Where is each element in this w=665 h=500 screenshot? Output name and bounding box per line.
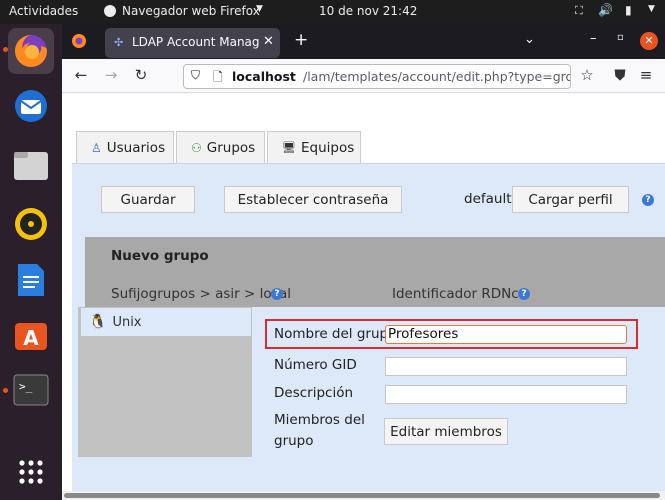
user-icon: ♙ [91, 140, 102, 155]
system-top-bar: Actividades Navegador web Firefox ▼ 10 d… [0, 0, 665, 24]
page-icon[interactable]: 🗋 [213, 68, 223, 88]
running-indicator [3, 388, 8, 393]
chevron-down-icon: ▼ [256, 4, 263, 14]
app-menu[interactable]: Navegador web Firefox [122, 4, 260, 18]
reload-icon[interactable]: ↻ [129, 63, 153, 87]
members-label: Miembros del [274, 412, 365, 428]
svg-text:>_: >_ [19, 380, 33, 393]
description-label: Descripción [274, 385, 354, 401]
dock: A >_ [0, 24, 62, 500]
maximize-icon[interactable]: ▫ [617, 32, 624, 43]
forward-arrow-icon[interactable]: → [99, 63, 123, 87]
minimize-icon[interactable]: – [590, 31, 597, 46]
firefox-icon[interactable] [8, 28, 54, 74]
tab-equipos[interactable]: 🖥 Equipos [267, 131, 361, 163]
page-title: Nuevo grupo [111, 248, 209, 264]
tab-title: LDAP Account Manager (L [132, 35, 260, 49]
suffix-help-icon[interactable]: ? [271, 288, 283, 300]
description-input[interactable] [385, 385, 627, 404]
url-bar[interactable]: ⛉ 🗋 localhost /lam/templates/account/edi… [183, 64, 571, 89]
group-header: Nuevo grupo Sufijogrupos > asir > local … [85, 237, 665, 307]
save-button[interactable]: Guardar [101, 186, 195, 213]
navigation-bar: ← → ↻ ⛉ 🗋 localhost /lam/templates/accou… [62, 59, 665, 93]
terminal-icon[interactable]: >_ [11, 370, 51, 410]
tab-grupos[interactable]: ⚇ Grupos [176, 131, 265, 163]
module-label: Unix [112, 314, 142, 330]
tab-label: Usuarios [106, 139, 166, 156]
profile-select[interactable]: default [464, 191, 512, 207]
activities-button[interactable]: Actividades [9, 4, 78, 18]
members-label-2: grupo [274, 433, 314, 449]
writer-icon[interactable] [11, 260, 51, 300]
rhythmbox-icon[interactable] [11, 204, 51, 244]
page-content: ♙ Usuarios ⚇ Grupos 🖥 Equipos Guardar Es… [62, 94, 665, 491]
lam-favicon-icon: ✣ [114, 36, 124, 49]
set-password-button[interactable]: Establecer contraseña [224, 186, 402, 213]
url-path: /lam/templates/account/edit.php?type=gro [303, 69, 571, 84]
volume-icon[interactable]: 🔊 [598, 3, 613, 17]
url-host: localhost [232, 69, 296, 84]
rdn-text: Identificador RDNcn [392, 286, 528, 302]
tux-icon: 🐧 [89, 314, 107, 330]
system-menu-chevron-icon[interactable]: ▼ [648, 4, 655, 14]
list-tabs-chevron-icon[interactable]: ⌄ [524, 32, 535, 47]
svg-text:A: A [23, 326, 39, 350]
browser-window: ✣ LDAP Account Manager (L ✕ + ⌄ – ▫ ✕ ← … [62, 24, 665, 500]
tab-label: Grupos [206, 139, 256, 156]
horizontal-scrollbar[interactable] [62, 491, 665, 500]
thunderbird-icon[interactable] [11, 86, 51, 126]
app-grid-icon[interactable] [11, 452, 51, 492]
firefox-view-icon[interactable] [71, 33, 87, 49]
pocket-icon[interactable]: ⛊ [608, 63, 632, 87]
battery-icon[interactable]: ▮ [625, 3, 632, 17]
suffix-text: Sufijogrupos > asir > local [111, 286, 292, 302]
group-icon: ⚇ [191, 140, 202, 155]
files-icon[interactable] [11, 146, 51, 186]
computer-icon: 🖥 [282, 141, 296, 154]
tab-close-icon[interactable]: ✕ [263, 34, 274, 49]
back-arrow-icon[interactable]: ← [69, 63, 93, 87]
help-icon[interactable]: ? [642, 194, 654, 206]
clock[interactable]: 10 de nov 21:42 [319, 4, 417, 18]
load-profile-button[interactable]: Cargar perfil [512, 186, 629, 213]
software-icon[interactable]: A [11, 314, 51, 354]
tab-usuarios[interactable]: ♙ Usuarios [76, 131, 174, 163]
firefox-small-icon [104, 5, 116, 17]
group-name-label: Nombre del grupo [274, 326, 397, 342]
rdn-help-icon[interactable]: ? [518, 288, 530, 300]
bookmark-star-icon[interactable]: ☆ [575, 63, 599, 87]
account-panel: Guardar Establecer contraseña default Ca… [72, 163, 665, 491]
tab-lam[interactable]: ✣ LDAP Account Manager (L ✕ [105, 28, 280, 58]
tab-strip: ✣ LDAP Account Manager (L ✕ + ⌄ – ▫ ✕ [62, 24, 665, 59]
tab-label: Equipos [300, 139, 355, 156]
group-name-input[interactable]: Profesores [385, 325, 627, 344]
gid-label: Número GID [274, 357, 357, 373]
menu-icon[interactable]: ≡ [634, 63, 658, 87]
new-tab-icon[interactable]: + [294, 30, 308, 50]
module-unix[interactable]: 🐧 Unix [81, 308, 251, 336]
edit-members-button[interactable]: Editar miembros [384, 418, 508, 445]
network-icon[interactable]: ⛶ [575, 4, 583, 18]
gid-input[interactable] [385, 357, 627, 376]
scrollbar-thumb[interactable] [64, 493, 660, 498]
close-window-icon[interactable]: ✕ [640, 32, 658, 50]
shield-icon[interactable]: ⛉ [191, 68, 200, 83]
